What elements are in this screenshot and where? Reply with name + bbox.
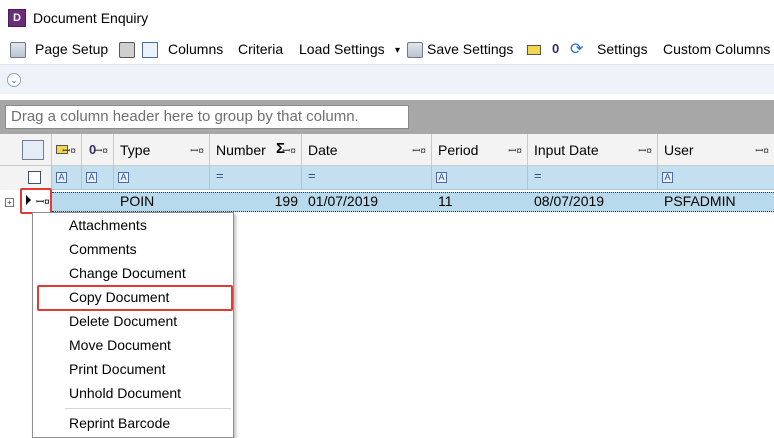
menu-item-comments[interactable]: Comments [69, 241, 137, 257]
print-preview-icon[interactable] [142, 42, 158, 58]
chevron-down-icon[interactable]: ▾ [395, 45, 400, 56]
filter-row: A A A = = A = A [0, 166, 774, 190]
column-header-date[interactable]: Date ꟷ¤ [302, 134, 432, 166]
column-header-period[interactable]: Period ꟷ¤ [432, 134, 528, 166]
columns-button[interactable]: Columns [168, 41, 223, 57]
ribbon-strip: ⌄ [0, 64, 774, 94]
pin-icon[interactable]: ꟷ¤ [508, 143, 522, 157]
page-setup-button[interactable]: Page Setup [35, 41, 108, 57]
equals-filter-icon[interactable]: = [308, 168, 316, 183]
menu-item-print-document[interactable]: Print Document [69, 361, 165, 377]
pin-icon[interactable]: ꟷ¤ [36, 194, 50, 208]
save-settings-button[interactable]: Save Settings [427, 41, 513, 57]
text-filter-icon[interactable]: A [86, 172, 97, 183]
text-filter-icon[interactable]: A [662, 172, 673, 183]
group-by-panel: Drag a column header here to group by th… [0, 100, 774, 134]
column-header-number[interactable]: Number Σ ꟷ¤ [210, 134, 302, 166]
clear-filter-icon[interactable] [28, 171, 41, 184]
grid-header-row: ꟷ¤ 0 ꟷ¤ Type ꟷ¤ Number Σ ꟷ¤ Date ꟷ¤ Peri… [0, 134, 774, 166]
column-label: Number [216, 142, 266, 158]
cell-number: 199 [274, 193, 298, 209]
column-header-user[interactable]: User ꟷ¤ [658, 134, 774, 166]
menu-item-reprint-barcode[interactable]: Reprint Barcode [69, 415, 170, 431]
table-row[interactable]: + ꟷ¤ POIN 199 01/07/2019 11 08/07/2019 P… [0, 188, 774, 214]
column-label: Type [120, 142, 151, 158]
app-icon: D [8, 9, 26, 27]
filter-cell[interactable]: A [114, 166, 210, 190]
expand-row-icon[interactable]: + [5, 198, 14, 207]
pin-icon[interactable]: ꟷ¤ [412, 143, 426, 157]
menu-separator [65, 408, 231, 409]
text-filter-icon[interactable]: A [118, 172, 129, 183]
filter-cell[interactable]: A [658, 166, 774, 190]
column-label: Period [438, 142, 479, 158]
cell-input-date: 08/07/2019 [534, 193, 605, 209]
criteria-button[interactable]: Criteria [238, 41, 283, 57]
expand-icon[interactable]: ⌄ [7, 73, 21, 87]
settings-button[interactable]: Settings [597, 41, 648, 57]
pin-icon[interactable]: ꟷ¤ [282, 143, 296, 157]
equals-filter-icon[interactable]: = [216, 168, 224, 183]
filter-cell[interactable]: A [82, 166, 114, 190]
menu-item-attachments[interactable]: Attachments [69, 217, 147, 233]
filter-cell[interactable]: = [302, 166, 432, 190]
column-chooser-icon[interactable] [22, 140, 44, 160]
filter-corner [0, 166, 52, 190]
pin-icon[interactable]: ꟷ¤ [638, 143, 652, 157]
print-icon[interactable] [119, 42, 135, 58]
custom-columns-button[interactable]: Custom Columns [663, 41, 770, 57]
row-indicator-icon [26, 195, 31, 205]
text-filter-icon[interactable]: A [56, 172, 67, 183]
title-bar: D Document Enquiry [0, 0, 774, 36]
load-settings-button[interactable]: Load Settings [299, 41, 385, 57]
save-settings-icon[interactable] [407, 42, 423, 58]
filter-cell[interactable]: = [210, 166, 302, 190]
filter-cell[interactable]: = [528, 166, 658, 190]
column-label: Date [308, 142, 338, 158]
header-corner [0, 134, 52, 166]
note-icon[interactable] [527, 45, 541, 55]
menu-item-change-document[interactable]: Change Document [69, 265, 186, 281]
page-setup-icon[interactable] [10, 42, 26, 58]
equals-filter-icon[interactable]: = [534, 168, 542, 183]
column-label: User [664, 142, 694, 158]
cell-period: 11 [438, 193, 453, 209]
text-filter-icon[interactable]: A [436, 172, 447, 183]
pin-icon[interactable]: ꟷ¤ [62, 143, 76, 157]
filter-cell[interactable]: A [52, 166, 82, 190]
pin-icon[interactable]: ꟷ¤ [755, 143, 769, 157]
pin-icon[interactable]: ꟷ¤ [190, 143, 204, 157]
column-header-type[interactable]: Type ꟷ¤ [114, 134, 210, 166]
cell-user: PSFADMIN [664, 193, 736, 209]
filter-cell[interactable]: A [432, 166, 528, 190]
group-by-dropzone[interactable]: Drag a column header here to group by th… [5, 105, 409, 129]
context-menu: Attachments Comments Change Document Cop… [32, 212, 234, 438]
header-zero-column[interactable]: 0 ꟷ¤ [82, 134, 114, 166]
menu-item-unhold-document[interactable]: Unhold Document [69, 385, 181, 401]
column-header-input-date[interactable]: Input Date ꟷ¤ [528, 134, 658, 166]
zero-icon[interactable]: 0 [552, 41, 559, 56]
toolbar: Page Setup Columns Criteria Load Setting… [0, 36, 774, 64]
refresh-icon[interactable]: ⟳ [570, 39, 588, 58]
column-label: Input Date [534, 142, 599, 158]
menu-item-move-document[interactable]: Move Document [69, 337, 171, 353]
pin-icon[interactable]: ꟷ¤ [94, 143, 108, 157]
header-note-column[interactable]: ꟷ¤ [52, 134, 82, 166]
cell-type: POIN [120, 193, 155, 209]
cell-date: 01/07/2019 [308, 193, 379, 209]
menu-item-delete-document[interactable]: Delete Document [69, 313, 177, 329]
menu-item-copy-document[interactable]: Copy Document [69, 289, 169, 305]
window-title: Document Enquiry [33, 10, 149, 26]
